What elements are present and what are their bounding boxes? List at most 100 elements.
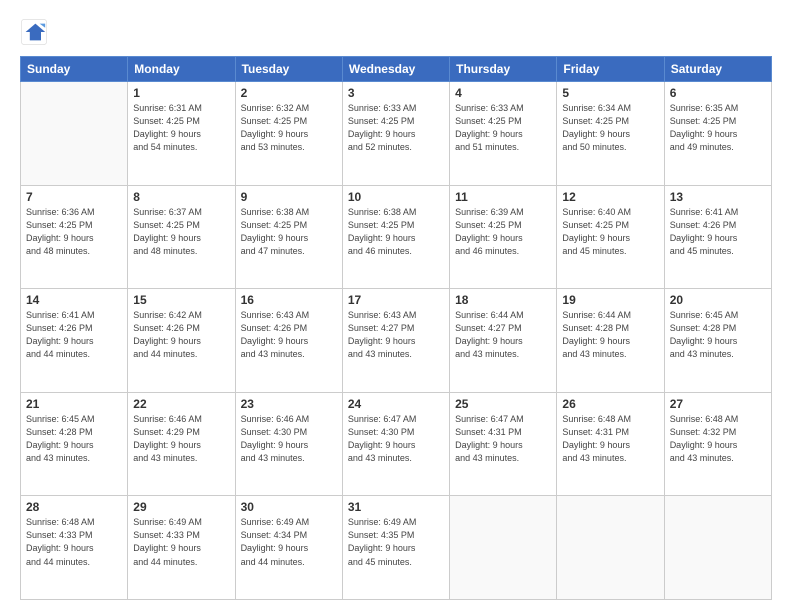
day-info: Sunrise: 6:33 AM Sunset: 4:25 PM Dayligh… — [348, 102, 444, 154]
day-number: 11 — [455, 190, 551, 204]
weekday-header-row: SundayMondayTuesdayWednesdayThursdayFrid… — [21, 57, 772, 82]
calendar-cell — [21, 82, 128, 186]
header — [20, 18, 772, 46]
calendar-cell: 6 Sunrise: 6:35 AM Sunset: 4:25 PM Daylig… — [664, 82, 771, 186]
day-info: Sunrise: 6:39 AM Sunset: 4:25 PM Dayligh… — [455, 206, 551, 258]
calendar-week-row: 28Sunrise: 6:48 AM Sunset: 4:33 PM Dayli… — [21, 496, 772, 600]
day-number: 29 — [133, 500, 229, 514]
calendar-cell: 14 Sunrise: 6:41 AM Sunset: 4:26 PM Dayli… — [21, 289, 128, 393]
day-info: Sunrise: 6:34 AM Sunset: 4:25 PM Dayligh… — [562, 102, 658, 154]
day-number: 20 — [670, 293, 766, 307]
calendar-cell: 4 Sunrise: 6:33 AM Sunset: 4:25 PM Daylig… — [450, 82, 557, 186]
calendar-cell: 22 Sunrise: 6:46 AM Sunset: 4:29 PM Dayli… — [128, 392, 235, 496]
day-info: Sunrise: 6:31 AM Sunset: 4:25 PM Dayligh… — [133, 102, 229, 154]
calendar-cell: 20 Sunrise: 6:45 AM Sunset: 4:28 PM Dayli… — [664, 289, 771, 393]
day-number: 3 — [348, 86, 444, 100]
day-info: Sunrise: 6:49 AM Sunset: 4:34 PM Dayligh… — [241, 516, 337, 568]
day-number: 12 — [562, 190, 658, 204]
day-info: Sunrise: 6:41 AM Sunset: 4:26 PM Dayligh… — [670, 206, 766, 258]
calendar-cell — [664, 496, 771, 600]
weekday-header-tuesday: Tuesday — [235, 57, 342, 82]
day-number: 10 — [348, 190, 444, 204]
day-number: 14 — [26, 293, 122, 307]
day-info: Sunrise: 6:46 AM Sunset: 4:30 PM Dayligh… — [241, 413, 337, 465]
day-info: Sunrise: 6:46 AM Sunset: 4:29 PM Dayligh… — [133, 413, 229, 465]
day-info: Sunrise: 6:47 AM Sunset: 4:30 PM Dayligh… — [348, 413, 444, 465]
weekday-header-wednesday: Wednesday — [342, 57, 449, 82]
day-info: Sunrise: 6:43 AM Sunset: 4:26 PM Dayligh… — [241, 309, 337, 361]
day-number: 27 — [670, 397, 766, 411]
day-number: 4 — [455, 86, 551, 100]
weekday-header-sunday: Sunday — [21, 57, 128, 82]
day-info: Sunrise: 6:43 AM Sunset: 4:27 PM Dayligh… — [348, 309, 444, 361]
day-info: Sunrise: 6:36 AM Sunset: 4:25 PM Dayligh… — [26, 206, 122, 258]
weekday-header-friday: Friday — [557, 57, 664, 82]
weekday-header-saturday: Saturday — [664, 57, 771, 82]
day-number: 2 — [241, 86, 337, 100]
calendar-cell: 5 Sunrise: 6:34 AM Sunset: 4:25 PM Daylig… — [557, 82, 664, 186]
day-number: 9 — [241, 190, 337, 204]
day-number: 26 — [562, 397, 658, 411]
day-info: Sunrise: 6:38 AM Sunset: 4:25 PM Dayligh… — [241, 206, 337, 258]
logo-icon — [20, 18, 48, 46]
day-info: Sunrise: 6:48 AM Sunset: 4:32 PM Dayligh… — [670, 413, 766, 465]
calendar-cell: 17 Sunrise: 6:43 AM Sunset: 4:27 PM Dayli… — [342, 289, 449, 393]
calendar-week-row: 21Sunrise: 6:45 AM Sunset: 4:28 PM Dayli… — [21, 392, 772, 496]
calendar-cell: 1 Sunrise: 6:31 AM Sunset: 4:25 PM Daylig… — [128, 82, 235, 186]
day-info: Sunrise: 6:47 AM Sunset: 4:31 PM Dayligh… — [455, 413, 551, 465]
day-number: 19 — [562, 293, 658, 307]
weekday-header-monday: Monday — [128, 57, 235, 82]
day-number: 24 — [348, 397, 444, 411]
calendar-cell: 25 Sunrise: 6:47 AM Sunset: 4:31 PM Dayli… — [450, 392, 557, 496]
calendar-cell: 13 Sunrise: 6:41 AM Sunset: 4:26 PM Dayli… — [664, 185, 771, 289]
day-number: 13 — [670, 190, 766, 204]
weekday-header-thursday: Thursday — [450, 57, 557, 82]
day-number: 6 — [670, 86, 766, 100]
day-number: 1 — [133, 86, 229, 100]
day-info: Sunrise: 6:49 AM Sunset: 4:33 PM Dayligh… — [133, 516, 229, 568]
day-info: Sunrise: 6:41 AM Sunset: 4:26 PM Dayligh… — [26, 309, 122, 361]
day-info: Sunrise: 6:45 AM Sunset: 4:28 PM Dayligh… — [670, 309, 766, 361]
calendar-cell: 23 Sunrise: 6:46 AM Sunset: 4:30 PM Dayli… — [235, 392, 342, 496]
calendar-cell: 29 Sunrise: 6:49 AM Sunset: 4:33 PM Dayli… — [128, 496, 235, 600]
day-number: 8 — [133, 190, 229, 204]
calendar-cell: 9 Sunrise: 6:38 AM Sunset: 4:25 PM Daylig… — [235, 185, 342, 289]
calendar-week-row: 14 Sunrise: 6:41 AM Sunset: 4:26 PM Dayli… — [21, 289, 772, 393]
day-number: 23 — [241, 397, 337, 411]
day-number: 25 — [455, 397, 551, 411]
calendar-cell: 28Sunrise: 6:48 AM Sunset: 4:33 PM Dayli… — [21, 496, 128, 600]
calendar-cell: 11 Sunrise: 6:39 AM Sunset: 4:25 PM Dayli… — [450, 185, 557, 289]
calendar-cell: 15 Sunrise: 6:42 AM Sunset: 4:26 PM Dayli… — [128, 289, 235, 393]
day-number: 5 — [562, 86, 658, 100]
day-info: Sunrise: 6:45 AM Sunset: 4:28 PM Dayligh… — [26, 413, 122, 465]
day-info: Sunrise: 6:42 AM Sunset: 4:26 PM Dayligh… — [133, 309, 229, 361]
calendar-cell: 27 Sunrise: 6:48 AM Sunset: 4:32 PM Dayli… — [664, 392, 771, 496]
day-info: Sunrise: 6:44 AM Sunset: 4:27 PM Dayligh… — [455, 309, 551, 361]
day-number: 22 — [133, 397, 229, 411]
calendar-week-row: 1 Sunrise: 6:31 AM Sunset: 4:25 PM Daylig… — [21, 82, 772, 186]
day-number: 15 — [133, 293, 229, 307]
day-number: 31 — [348, 500, 444, 514]
day-info: Sunrise: 6:38 AM Sunset: 4:25 PM Dayligh… — [348, 206, 444, 258]
day-info: Sunrise: 6:48 AM Sunset: 4:31 PM Dayligh… — [562, 413, 658, 465]
calendar-cell — [450, 496, 557, 600]
calendar-cell: 7 Sunrise: 6:36 AM Sunset: 4:25 PM Daylig… — [21, 185, 128, 289]
day-info: Sunrise: 6:49 AM Sunset: 4:35 PM Dayligh… — [348, 516, 444, 568]
calendar-cell: 31 Sunrise: 6:49 AM Sunset: 4:35 PM Dayli… — [342, 496, 449, 600]
day-info: Sunrise: 6:44 AM Sunset: 4:28 PM Dayligh… — [562, 309, 658, 361]
day-number: 16 — [241, 293, 337, 307]
day-number: 17 — [348, 293, 444, 307]
calendar-week-row: 7 Sunrise: 6:36 AM Sunset: 4:25 PM Daylig… — [21, 185, 772, 289]
calendar-cell: 8Sunrise: 6:37 AM Sunset: 4:25 PM Daylig… — [128, 185, 235, 289]
calendar-cell: 19 Sunrise: 6:44 AM Sunset: 4:28 PM Dayli… — [557, 289, 664, 393]
day-number: 28 — [26, 500, 122, 514]
calendar-cell: 24 Sunrise: 6:47 AM Sunset: 4:30 PM Dayli… — [342, 392, 449, 496]
day-number: 7 — [26, 190, 122, 204]
calendar-cell: 18Sunrise: 6:44 AM Sunset: 4:27 PM Dayli… — [450, 289, 557, 393]
day-info: Sunrise: 6:33 AM Sunset: 4:25 PM Dayligh… — [455, 102, 551, 154]
calendar-cell: 3 Sunrise: 6:33 AM Sunset: 4:25 PM Daylig… — [342, 82, 449, 186]
day-info: Sunrise: 6:35 AM Sunset: 4:25 PM Dayligh… — [670, 102, 766, 154]
day-number: 30 — [241, 500, 337, 514]
calendar-cell: 10 Sunrise: 6:38 AM Sunset: 4:25 PM Dayli… — [342, 185, 449, 289]
calendar-cell: 30 Sunrise: 6:49 AM Sunset: 4:34 PM Dayli… — [235, 496, 342, 600]
